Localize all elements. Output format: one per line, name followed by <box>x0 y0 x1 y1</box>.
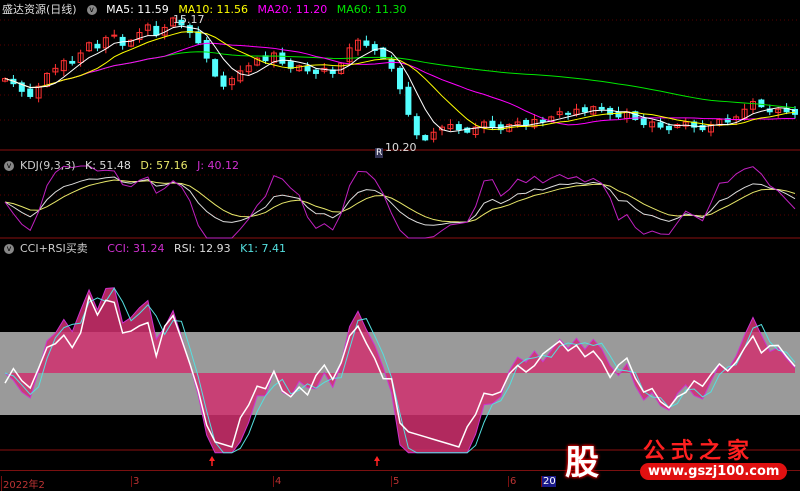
buy-arrow-icon <box>209 456 215 461</box>
buy-arrow-icon <box>374 456 380 461</box>
candle-body <box>413 116 420 136</box>
candle-body <box>212 59 219 77</box>
k1-value: K1: 7.41 <box>240 242 287 255</box>
candle-body <box>523 119 530 126</box>
candle-body <box>94 43 101 49</box>
kdj-legend: v KDJ(9,3,3) K: 51.48 D: 57.16 J: 40.12 <box>0 159 245 172</box>
low-price-label: 10.20 <box>385 141 417 154</box>
brand-name: 公式之家 <box>643 439 756 464</box>
axis-tick: 20 <box>541 476 556 487</box>
candle-body <box>69 60 76 64</box>
candle-body <box>195 31 202 44</box>
brand-url: www.gszj100.com <box>640 463 788 480</box>
cci-legend: v CCI+RSI买卖 CCI: 31.24 RSI: 12.93 K1: 7.4… <box>0 240 292 256</box>
candle-body <box>640 117 647 126</box>
candle-body <box>153 25 160 36</box>
candle-body <box>455 124 462 131</box>
candle-body <box>405 86 412 115</box>
candle-body <box>312 69 319 74</box>
kdj-k: K: 51.48 <box>85 159 131 172</box>
candle-body <box>363 40 370 46</box>
cci-value: CCI: 31.24 <box>107 242 165 255</box>
candle-body <box>665 125 672 131</box>
axis-tick: 3 <box>131 476 140 487</box>
candle-body <box>220 75 227 87</box>
marker-badge[interactable]: R <box>375 148 384 158</box>
ma20-value: MA20: 11.20 <box>257 3 328 16</box>
kdj-k-line <box>4 176 796 226</box>
stock-title[interactable]: 盛达资源(日线) <box>2 3 77 16</box>
axis-tick: 2022年2 <box>1 476 45 491</box>
candle-body <box>279 52 286 64</box>
candle-body <box>758 99 765 108</box>
candle-body <box>287 61 294 69</box>
stock-chart[interactable] <box>0 0 800 470</box>
candle-body <box>388 59 395 69</box>
brand-glyph: 股 <box>565 443 599 483</box>
candle-body <box>565 112 572 115</box>
candle-body <box>27 88 34 97</box>
axis-tick: 6 <box>508 476 517 487</box>
cci-title[interactable]: CCI+RSI买卖 <box>20 242 88 255</box>
candle-body <box>581 107 588 113</box>
candle-body <box>422 135 429 141</box>
price-legend: 盛达资源(日线) v MA5: 11.59 MA10: 11.56 MA20: 1… <box>2 1 412 17</box>
candle-body <box>304 66 311 72</box>
rsi-value: RSI: 12.93 <box>174 242 231 255</box>
kdj-d: D: 57.16 <box>140 159 188 172</box>
chevron-down-icon[interactable]: v <box>4 161 14 171</box>
kdj-j: J: 40.12 <box>197 159 240 172</box>
ma5-value: MA5: 11.59 <box>106 3 169 16</box>
axis-tick: 4 <box>273 476 282 487</box>
kdj-title[interactable]: KDJ(9,3,3) <box>20 159 76 172</box>
candle-body <box>489 120 496 128</box>
kdj-j-line <box>4 165 796 239</box>
candle-body <box>598 106 605 110</box>
high-price-label: 15.17 <box>173 13 205 26</box>
candle-body <box>397 67 403 90</box>
candle-body <box>657 122 664 128</box>
axis-tick: 5 <box>391 476 400 487</box>
chevron-down-icon[interactable]: v <box>86 5 97 15</box>
chevron-down-icon[interactable]: v <box>4 244 14 254</box>
kdj-d-line <box>4 179 796 223</box>
watermark-logo: 股 公式之家 www.gszj100.com <box>555 433 788 483</box>
ma60-value: MA60: 11.30 <box>336 3 407 16</box>
